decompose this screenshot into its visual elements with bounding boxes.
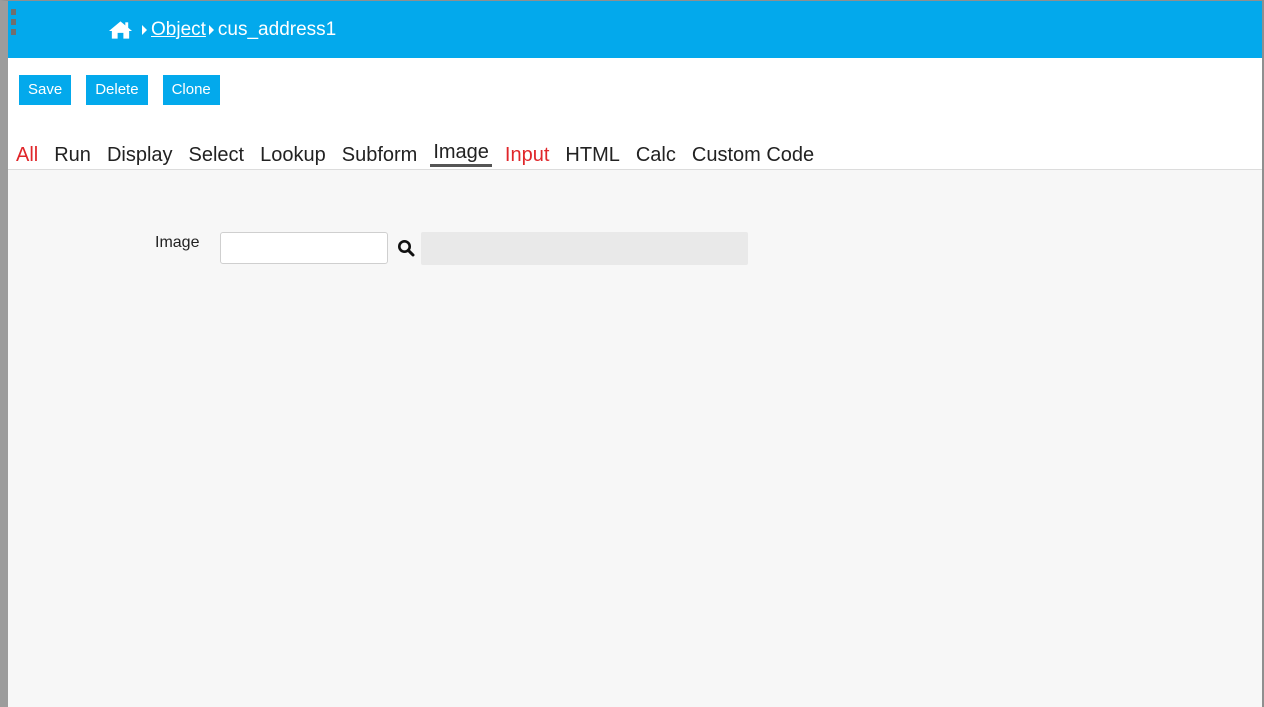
tab-custom-code[interactable]: Custom Code bbox=[692, 144, 814, 167]
delete-button[interactable]: Delete bbox=[86, 75, 148, 105]
image-field-label: Image bbox=[155, 234, 200, 251]
top-bar: Object cus_address1 bbox=[8, 1, 1262, 58]
breadcrumb-separator-icon bbox=[142, 24, 147, 35]
save-button[interactable]: Save bbox=[19, 75, 72, 105]
tab-subform[interactable]: Subform bbox=[342, 144, 418, 167]
tab-input[interactable]: Input bbox=[505, 144, 549, 167]
breadcrumb: Object cus_address1 bbox=[108, 1, 336, 58]
tab-html[interactable]: HTML bbox=[565, 144, 619, 167]
drag-handle-icon[interactable] bbox=[11, 9, 16, 35]
tab-lookup[interactable]: Lookup bbox=[260, 144, 326, 167]
form-panel: Image bbox=[8, 169, 1262, 707]
breadcrumb-link-object[interactable]: Object bbox=[151, 19, 206, 41]
tab-display[interactable]: Display bbox=[107, 144, 173, 167]
clone-button[interactable]: Clone bbox=[162, 75, 220, 105]
tab-calc[interactable]: Calc bbox=[636, 144, 676, 167]
toolbar: Save Delete Clone bbox=[19, 75, 220, 105]
tab-image[interactable]: Image bbox=[430, 141, 492, 167]
breadcrumb-current: cus_address1 bbox=[217, 18, 337, 40]
tab-bar: All Run Display Select Lookup Subform Im… bbox=[16, 141, 830, 167]
tab-run[interactable]: Run bbox=[54, 144, 91, 167]
home-icon[interactable] bbox=[108, 20, 133, 40]
search-icon[interactable] bbox=[397, 239, 415, 257]
breadcrumb-separator-icon bbox=[208, 24, 214, 35]
tab-all[interactable]: All bbox=[16, 144, 38, 167]
tab-select[interactable]: Select bbox=[189, 144, 245, 167]
image-display-field bbox=[421, 232, 748, 265]
image-input[interactable] bbox=[220, 232, 388, 264]
